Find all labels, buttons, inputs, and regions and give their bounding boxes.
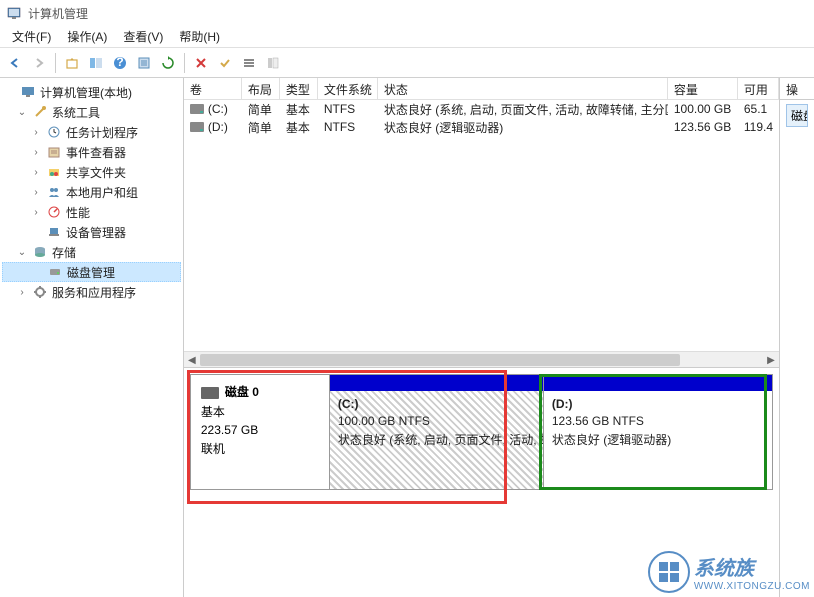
properties-button[interactable] xyxy=(133,52,155,74)
toolbar: ? xyxy=(0,48,814,78)
tree-storage[interactable]: ⌄ 存储 xyxy=(2,242,181,262)
drive-icon xyxy=(190,104,204,114)
chevron-down-icon[interactable]: ⌄ xyxy=(16,107,28,118)
menu-action[interactable]: 操作(A) xyxy=(59,26,115,47)
col-filesystem[interactable]: 文件系统 xyxy=(318,78,378,99)
disk-info[interactable]: 磁盘 0 基本 223.57 GB 联机 xyxy=(190,374,330,490)
disk-graphical-view: 磁盘 0 基本 223.57 GB 联机 (C:) 100.00 GB NTFS… xyxy=(184,368,779,597)
actions-pane: 操作 磁盘 xyxy=(780,78,814,597)
back-button[interactable] xyxy=(4,52,26,74)
horizontal-scrollbar[interactable]: ◀ ▶ xyxy=(184,351,779,367)
volume-header: 卷 布局 类型 文件系统 状态 容量 可用 xyxy=(184,78,779,100)
tree-system-tools[interactable]: ⌄ 系统工具 xyxy=(2,102,181,122)
help-button[interactable]: ? xyxy=(109,52,131,74)
disk-icon xyxy=(201,387,219,399)
chevron-right-icon[interactable]: › xyxy=(30,207,42,218)
tree-shared-folders[interactable]: › 共享文件夹 xyxy=(2,162,181,182)
col-free[interactable]: 可用 xyxy=(738,78,779,99)
svg-text:?: ? xyxy=(116,56,123,69)
volume-row[interactable]: (D:) 简单 基本 NTFS 状态良好 (逻辑驱动器) 123.56 GB 1… xyxy=(184,118,779,136)
partition-header xyxy=(330,375,543,391)
chevron-right-icon[interactable]: › xyxy=(30,147,42,158)
menu-view[interactable]: 查看(V) xyxy=(115,26,171,47)
up-button[interactable] xyxy=(61,52,83,74)
partition-c[interactable]: (C:) 100.00 GB NTFS 状态良好 (系统, 启动, 页面文件, … xyxy=(329,374,544,490)
chevron-right-icon[interactable]: › xyxy=(30,127,42,138)
menu-file[interactable]: 文件(F) xyxy=(4,26,59,47)
users-icon xyxy=(46,184,62,200)
event-icon xyxy=(46,144,62,160)
tree-performance[interactable]: › 性能 xyxy=(2,202,181,222)
tree-event-viewer[interactable]: › 事件查看器 xyxy=(2,142,181,162)
titlebar: 计算机管理 xyxy=(0,0,814,26)
services-icon xyxy=(32,284,48,300)
detail-view-button[interactable] xyxy=(262,52,284,74)
chevron-right-icon[interactable]: › xyxy=(30,167,42,178)
chevron-down-icon[interactable]: ⌄ xyxy=(16,247,28,258)
tree-root[interactable]: 计算机管理(本地) xyxy=(2,82,181,102)
chevron-right-icon[interactable]: › xyxy=(30,187,42,198)
scroll-thumb[interactable] xyxy=(200,354,680,366)
tree-services[interactable]: › 服务和应用程序 xyxy=(2,282,181,302)
chevron-right-icon[interactable]: › xyxy=(16,287,28,298)
computer-icon xyxy=(20,84,36,100)
tree-task-scheduler[interactable]: › 任务计划程序 xyxy=(2,122,181,142)
center-pane: 卷 布局 类型 文件系统 状态 容量 可用 (C:) 简单 基本 NTFS 状态… xyxy=(184,78,780,597)
disk-partitions: (C:) 100.00 GB NTFS 状态良好 (系统, 启动, 页面文件, … xyxy=(330,374,773,490)
app-icon xyxy=(6,5,22,21)
volume-list: 卷 布局 类型 文件系统 状态 容量 可用 (C:) 简单 基本 NTFS 状态… xyxy=(184,78,779,368)
shared-folder-icon xyxy=(46,164,62,180)
partition-d[interactable]: (D:) 123.56 GB NTFS 状态良好 (逻辑驱动器) xyxy=(543,374,773,490)
performance-icon xyxy=(46,204,62,220)
disk-icon xyxy=(47,264,63,280)
scroll-right-arrow[interactable]: ▶ xyxy=(763,352,779,368)
check-button[interactable] xyxy=(214,52,236,74)
menubar: 文件(F) 操作(A) 查看(V) 帮助(H) xyxy=(0,26,814,48)
col-type[interactable]: 类型 xyxy=(280,78,318,99)
main-area: 计算机管理(本地) ⌄ 系统工具 › 任务计划程序 › 事件查看器 › 共享文件… xyxy=(0,78,814,597)
col-layout[interactable]: 布局 xyxy=(242,78,280,99)
actions-header: 操作 xyxy=(780,78,814,100)
tree-device-manager[interactable]: 设备管理器 xyxy=(2,222,181,242)
tree-disk-management[interactable]: 磁盘管理 xyxy=(2,262,181,282)
storage-icon xyxy=(32,244,48,260)
tools-icon xyxy=(32,104,48,120)
clock-icon xyxy=(46,124,62,140)
col-capacity[interactable]: 容量 xyxy=(668,78,738,99)
show-hide-tree-button[interactable] xyxy=(85,52,107,74)
col-status[interactable]: 状态 xyxy=(378,78,668,99)
device-icon xyxy=(46,224,62,240)
delete-button[interactable] xyxy=(190,52,212,74)
tree-local-users[interactable]: › 本地用户和组 xyxy=(2,182,181,202)
drive-icon xyxy=(190,122,204,132)
nav-tree: 计算机管理(本地) ⌄ 系统工具 › 任务计划程序 › 事件查看器 › 共享文件… xyxy=(0,78,184,597)
col-volume[interactable]: 卷 xyxy=(184,78,242,99)
disk-row[interactable]: 磁盘 0 基本 223.57 GB 联机 (C:) 100.00 GB NTFS… xyxy=(190,374,773,490)
list-view-button[interactable] xyxy=(238,52,260,74)
forward-button[interactable] xyxy=(28,52,50,74)
scroll-left-arrow[interactable]: ◀ xyxy=(184,352,200,368)
action-item-disk[interactable]: 磁盘 xyxy=(786,104,808,127)
volume-row[interactable]: (C:) 简单 基本 NTFS 状态良好 (系统, 启动, 页面文件, 活动, … xyxy=(184,100,779,118)
menu-help[interactable]: 帮助(H) xyxy=(171,26,228,47)
partition-header xyxy=(544,375,772,391)
content-area: 卷 布局 类型 文件系统 状态 容量 可用 (C:) 简单 基本 NTFS 状态… xyxy=(184,78,814,597)
refresh-button[interactable] xyxy=(157,52,179,74)
window-title: 计算机管理 xyxy=(28,5,88,22)
volume-rows: (C:) 简单 基本 NTFS 状态良好 (系统, 启动, 页面文件, 活动, … xyxy=(184,100,779,351)
